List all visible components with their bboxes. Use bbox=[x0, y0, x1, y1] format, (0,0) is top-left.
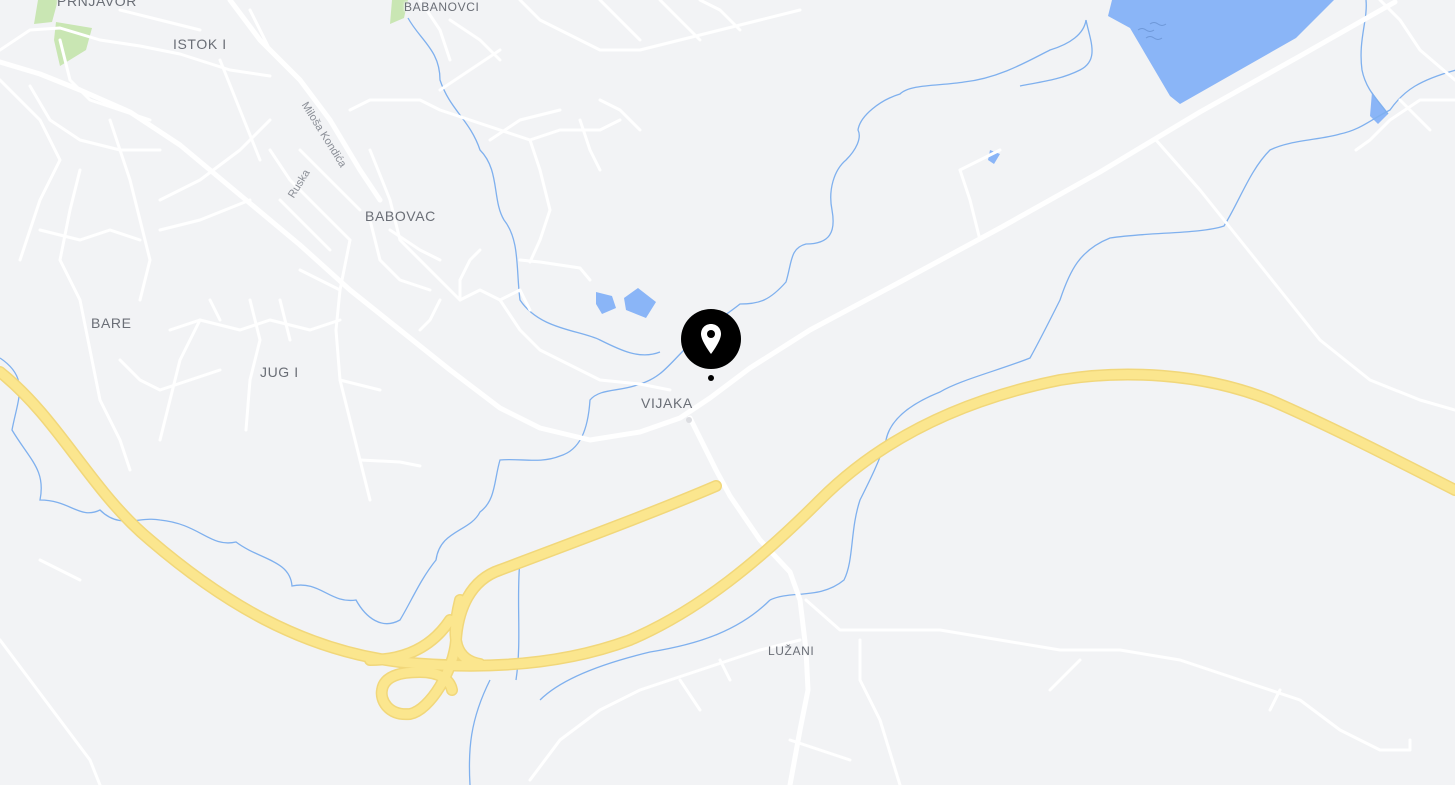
location-pin-icon bbox=[681, 309, 741, 381]
place-label-babovac: BABOVAC bbox=[365, 208, 436, 224]
pond bbox=[624, 288, 656, 318]
pond bbox=[596, 292, 616, 314]
stream bbox=[1019, 19, 1093, 87]
map-canvas[interactable]: PRNJAVOR BABANOVCI ISTOK I BABOVAC BARE … bbox=[0, 0, 1455, 785]
park-area bbox=[34, 0, 58, 24]
stream bbox=[468, 679, 491, 785]
place-label-vijaka: VIJAKA bbox=[641, 395, 693, 411]
place-label-luzani: LUŽANI bbox=[768, 644, 815, 658]
main-roads bbox=[0, 0, 1398, 785]
lake bbox=[1108, 0, 1334, 104]
place-label-babanovci: BABANOVCI bbox=[404, 0, 480, 14]
park-areas bbox=[34, 0, 408, 66]
place-label-prnjavor: PRNJAVOR bbox=[57, 0, 137, 9]
place-label-bare: BARE bbox=[91, 315, 132, 331]
location-marker[interactable] bbox=[680, 308, 742, 382]
motorway bbox=[0, 366, 1455, 721]
river bbox=[683, 19, 1087, 351]
map-base-layer bbox=[0, 0, 1455, 785]
water-bodies bbox=[596, 0, 1388, 318]
stream bbox=[407, 17, 661, 356]
roundabout bbox=[686, 417, 692, 423]
place-label-istok-i: ISTOK I bbox=[173, 36, 227, 52]
river bbox=[769, 69, 1455, 601]
place-label-jug-i: JUG I bbox=[260, 364, 299, 380]
